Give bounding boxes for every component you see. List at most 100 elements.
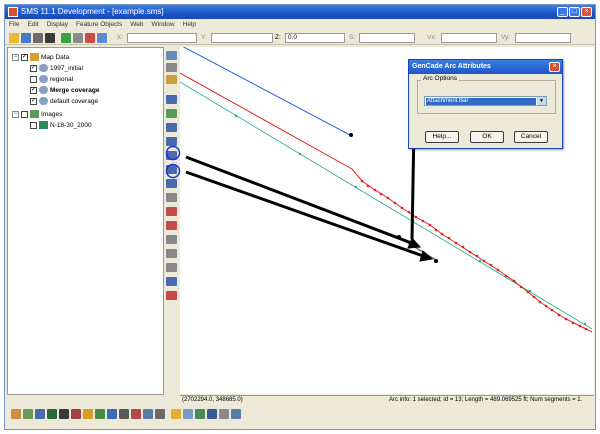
camera-icon[interactable]: [231, 409, 241, 419]
annotation-module-icon[interactable]: [107, 409, 117, 419]
mesh-module-icon[interactable]: [11, 409, 21, 419]
tool-highlight-circles: [165, 145, 181, 179]
display-options-icon[interactable]: [183, 409, 193, 419]
tree-row-coverage[interactable]: regional: [30, 74, 73, 84]
red-arc[interactable]: [180, 72, 353, 170]
visibility-checkbox[interactable]: ✓: [30, 64, 37, 72]
app-icon: [8, 7, 18, 17]
gencade-model-icon[interactable]: [143, 409, 153, 419]
module-toolbar: [5, 405, 595, 429]
blue-arc[interactable]: [180, 47, 351, 136]
create-line-icon[interactable]: [166, 207, 177, 216]
zoom-tool-icon[interactable]: [166, 63, 177, 72]
collapse-icon[interactable]: −: [12, 110, 19, 118]
raster-module-icon[interactable]: [95, 409, 105, 419]
z-label: Z:: [275, 34, 281, 41]
menu-bar: File Edit Display Feature Objects Web Wi…: [5, 19, 595, 30]
delete-icon[interactable]: [45, 33, 55, 43]
pan-tool-icon[interactable]: [166, 75, 177, 84]
particle-module-icon[interactable]: [59, 409, 69, 419]
rotate-icon[interactable]: [97, 33, 107, 43]
window-title: SMS 11.1 Development - [example.sms]: [21, 7, 164, 16]
visibility-checkbox[interactable]: ✓: [30, 97, 37, 105]
vector-icon[interactable]: [207, 409, 217, 419]
create-arc-icon[interactable]: [166, 95, 177, 104]
cartesian-module-icon[interactable]: [83, 409, 93, 419]
grid-tool-icon[interactable]: [166, 235, 177, 244]
arc-node[interactable]: [434, 259, 438, 263]
frame-icon[interactable]: [85, 33, 95, 43]
zoom-icon[interactable]: [73, 33, 83, 43]
tree-row-image[interactable]: N-18-30_2000: [30, 120, 92, 130]
grid-module-icon[interactable]: [23, 409, 33, 419]
arc-options-label: Arc Options: [421, 75, 459, 82]
arc-type-dropdown[interactable]: Attachment Bar ▼: [424, 96, 547, 106]
arc-node[interactable]: [349, 133, 353, 137]
coverage-icon: [39, 64, 48, 72]
visibility-checkbox[interactable]: [30, 75, 37, 83]
refresh-icon[interactable]: [61, 33, 71, 43]
vx-field[interactable]: [441, 33, 497, 43]
vx-label: Vx:: [427, 34, 437, 41]
annotation-tool-icon[interactable]: [166, 263, 177, 272]
s-field[interactable]: [359, 33, 415, 43]
select-point-icon[interactable]: [166, 109, 177, 118]
x-label: X:: [117, 34, 124, 41]
y-field[interactable]: [211, 33, 273, 43]
coverage-icon: [39, 97, 48, 105]
tree-row-coverage[interactable]: ✓ 1997_initial: [30, 63, 83, 73]
scale-module-icon[interactable]: [119, 409, 129, 419]
visibility-checkbox[interactable]: [21, 110, 28, 118]
map-module-icon[interactable]: [47, 409, 57, 419]
tree-row-map-data[interactable]: − ✓ Map Data: [12, 52, 69, 62]
coordinate-toolbar: X: Y: Z: 0.0 S: Vx: Vy:: [5, 31, 595, 45]
menu-window[interactable]: Window: [152, 21, 175, 28]
map-folder-icon: [30, 53, 39, 61]
ok-button[interactable]: OK: [470, 131, 504, 143]
visibility-checkbox[interactable]: [30, 121, 37, 129]
menu-display[interactable]: Display: [47, 21, 68, 28]
layer-icon[interactable]: [171, 409, 181, 419]
menu-help[interactable]: Help: [183, 21, 196, 28]
maximize-button[interactable]: □: [569, 7, 580, 17]
contour-icon[interactable]: [195, 409, 205, 419]
vy-field[interactable]: [515, 33, 571, 43]
measure-tool-icon[interactable]: [166, 193, 177, 202]
profile-tool-icon[interactable]: [166, 277, 177, 286]
print-icon[interactable]: [33, 33, 43, 43]
plot-icon[interactable]: [219, 409, 229, 419]
status-bar: (2702294.0, 348685.0) Arc info: 1 select…: [180, 395, 594, 404]
cancel-button[interactable]: Cancel: [514, 131, 548, 143]
visibility-checkbox[interactable]: ✓: [30, 86, 37, 94]
edit-line-icon[interactable]: [166, 221, 177, 230]
dropdown-arrow-icon[interactable]: ▼: [537, 97, 546, 105]
visibility-checkbox[interactable]: ✓: [21, 53, 28, 61]
new-file-icon[interactable]: [9, 33, 19, 43]
tree-row-coverage[interactable]: ✓ default coverage: [30, 96, 98, 106]
save-icon[interactable]: [21, 33, 31, 43]
tree-row-coverage-active[interactable]: ✓ Merge coverage: [30, 85, 100, 95]
dialog-close-button[interactable]: ×: [549, 62, 560, 72]
menu-file[interactable]: File: [9, 21, 19, 28]
menu-edit[interactable]: Edit: [27, 21, 38, 28]
minimize-button[interactable]: _: [557, 7, 568, 17]
highlight-circle: [165, 163, 181, 179]
select-tool-icon[interactable]: [166, 51, 177, 60]
menu-web[interactable]: Web: [130, 21, 143, 28]
collapse-icon[interactable]: −: [12, 53, 19, 61]
scatter-module-icon[interactable]: [35, 409, 45, 419]
close-button[interactable]: ×: [581, 7, 592, 17]
x-field[interactable]: [127, 33, 197, 43]
y-label: Y:: [201, 34, 207, 41]
dialog-title: GenCade Arc Attributes: [409, 60, 562, 74]
image-tool-icon[interactable]: [166, 291, 177, 300]
generic-model-icon[interactable]: [131, 409, 141, 419]
select-vertex-icon[interactable]: [166, 123, 177, 132]
rectangle-tool-icon[interactable]: [166, 249, 177, 258]
tree-row-images[interactable]: − Images: [12, 109, 62, 119]
menu-feature-objects[interactable]: Feature Objects: [76, 21, 122, 28]
help-button[interactable]: Help...: [425, 131, 459, 143]
gis-module-icon[interactable]: [71, 409, 81, 419]
z-field[interactable]: 0.0: [285, 33, 345, 43]
tools-module-icon[interactable]: [155, 409, 165, 419]
